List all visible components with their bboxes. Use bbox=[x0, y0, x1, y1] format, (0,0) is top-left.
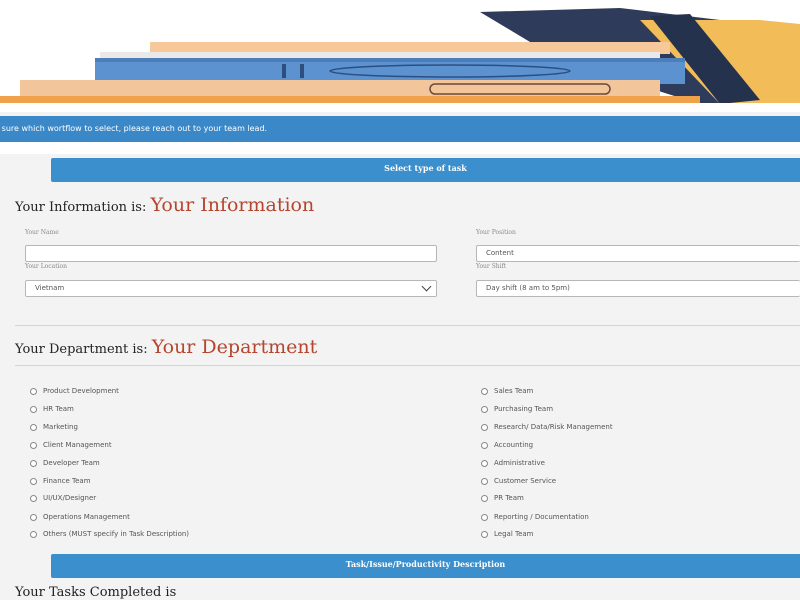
radio-label: Legal Team bbox=[494, 530, 534, 538]
radio-label: Operations Management bbox=[43, 513, 130, 521]
radio-label: Sales Team bbox=[494, 387, 534, 395]
chevron-down-icon bbox=[421, 281, 432, 292]
information-heading-accent: Your Information bbox=[150, 194, 315, 216]
radio-circle[interactable] bbox=[481, 388, 488, 395]
radio-circle[interactable] bbox=[30, 460, 37, 467]
radio-label: Accounting bbox=[494, 441, 534, 449]
location-label: Your Location bbox=[25, 263, 68, 270]
radio-label: Purchasing Team bbox=[494, 405, 554, 413]
radio-label: Reporting / Documentation bbox=[494, 513, 589, 521]
radio-label: PR Team bbox=[494, 494, 524, 502]
radio-label: HR Team bbox=[43, 405, 74, 413]
section-divider bbox=[15, 365, 800, 366]
info-banner: t sure which wortflow to select, please … bbox=[0, 116, 800, 142]
radio-circle[interactable] bbox=[30, 406, 37, 413]
department-heading: Your Department is: Your Department bbox=[15, 336, 317, 358]
banner-text: t sure which wortflow to select, please … bbox=[0, 124, 268, 133]
radio-circle[interactable] bbox=[481, 424, 488, 431]
books-icon bbox=[0, 0, 800, 112]
radio-label: Administrative bbox=[494, 459, 545, 467]
radio-circle[interactable] bbox=[481, 495, 488, 502]
location-select[interactable]: Vietnam bbox=[25, 280, 437, 297]
task-description-bar[interactable]: Task/Issue/Productivity Description bbox=[51, 554, 800, 578]
radio-circle[interactable] bbox=[481, 514, 488, 521]
radio-circle[interactable] bbox=[30, 424, 37, 431]
radio-circle[interactable] bbox=[481, 460, 488, 467]
radio-label: Marketing bbox=[43, 423, 78, 431]
radio-circle[interactable] bbox=[30, 495, 37, 502]
radio-label: Finance Team bbox=[43, 477, 91, 485]
select-task-type-bar[interactable]: Select type of task bbox=[51, 158, 800, 182]
banner-divider bbox=[0, 142, 800, 154]
position-field[interactable]: Content bbox=[476, 245, 800, 262]
radio-circle[interactable] bbox=[481, 531, 488, 538]
radio-circle[interactable] bbox=[481, 442, 488, 449]
radio-label: Others (MUST specify in Task Description… bbox=[43, 530, 190, 538]
radio-circle[interactable] bbox=[30, 514, 37, 521]
section-divider bbox=[15, 325, 800, 326]
shift-field[interactable]: Day shift (8 am to 5pm) bbox=[476, 280, 800, 297]
radio-label: Developer Team bbox=[43, 459, 100, 467]
shift-label: Your Shift bbox=[476, 263, 507, 270]
radio-circle[interactable] bbox=[30, 388, 37, 395]
information-heading: Your Information is: Your Information bbox=[15, 194, 314, 216]
name-field[interactable] bbox=[25, 245, 437, 262]
department-heading-prefix: Your Department is: bbox=[15, 342, 148, 357]
radio-circle[interactable] bbox=[30, 531, 37, 538]
books-illustration bbox=[0, 0, 800, 112]
department-heading-accent: Your Department bbox=[151, 336, 318, 358]
radio-label: Product Development bbox=[43, 387, 119, 395]
radio-circle[interactable] bbox=[30, 478, 37, 485]
location-select-value: Vietnam bbox=[35, 284, 65, 292]
radio-label: Client Management bbox=[43, 441, 112, 449]
radio-circle[interactable] bbox=[481, 406, 488, 413]
name-label: Your Name bbox=[25, 229, 59, 236]
radio-circle[interactable] bbox=[481, 478, 488, 485]
tasks-completed-heading: Your Tasks Completed is bbox=[15, 585, 177, 600]
radio-label: Customer Service bbox=[494, 477, 557, 485]
radio-label: UI/UX/Designer bbox=[43, 494, 97, 502]
radio-label: Research/ Data/Risk Management bbox=[494, 423, 613, 431]
radio-circle[interactable] bbox=[30, 442, 37, 449]
information-heading-prefix: Your Information is: bbox=[15, 200, 147, 215]
position-label: Your Position bbox=[476, 229, 516, 236]
